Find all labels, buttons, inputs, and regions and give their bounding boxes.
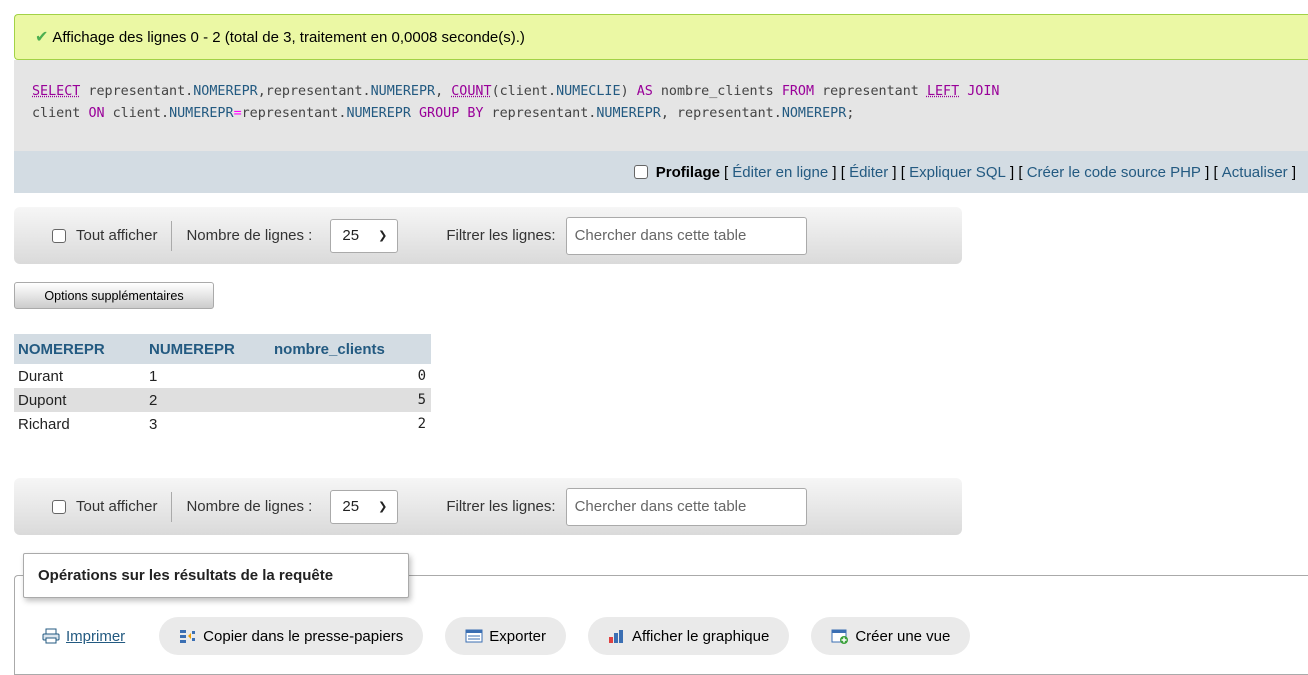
copy-clipboard-button[interactable]: Copier dans le presse-papiers [159, 617, 424, 655]
sql-token: representant. [80, 84, 194, 99]
filter-input[interactable]: Chercher dans cette table [565, 216, 807, 255]
sql-token: client [32, 106, 89, 121]
copy-icon [180, 630, 196, 643]
filter-input[interactable]: Chercher dans cette table [565, 487, 807, 526]
sql-token: JOIN [967, 84, 1000, 99]
show-all-checkbox[interactable] [52, 228, 66, 243]
filter-label: Filtrer les lignes: [446, 227, 556, 244]
sql-token: representant [814, 84, 927, 99]
rows-count-select[interactable]: 25 ❯ [330, 218, 399, 253]
rows-count-label: Nombre de lignes : [186, 498, 313, 515]
create-php-code-link[interactable]: Créer le code source PHP [1027, 164, 1201, 181]
edit-link[interactable]: Éditer [849, 164, 888, 181]
sql-token: , [435, 84, 452, 99]
cell-nombre-clients: 5 [270, 388, 431, 412]
divider [171, 220, 173, 251]
navigation-bar-top: Tout afficher Nombre de lignes : 25 ❯ Fi… [14, 207, 962, 264]
sql-token: NUMEREPR [370, 84, 436, 99]
edit-inline-link[interactable]: Éditer en ligne [732, 164, 828, 181]
sql-token: SELECT [32, 84, 81, 99]
sql-token: representant. [483, 106, 597, 121]
export-icon [465, 629, 483, 643]
table-row: Dupont 2 5 [14, 388, 431, 412]
sql-token: FROM [781, 84, 815, 99]
cell-nomerepr: Durant [18, 367, 64, 385]
table-row: Durant 1 0 [14, 364, 431, 388]
success-message: ✔ Affichage des lignes 0 - 2 (total de 3… [14, 14, 1308, 60]
create-view-button[interactable]: Créer une vue [811, 617, 971, 655]
create-view-icon [831, 629, 849, 644]
sql-token: ,representant. [257, 84, 371, 99]
sql-token: nombre_clients [652, 84, 782, 99]
query-operations-row: Imprimer Copier dans le presse-papiers E… [30, 617, 971, 655]
column-header-nombre-clients[interactable]: nombre_clients [270, 334, 431, 364]
filter-label: Filtrer les lignes: [446, 498, 556, 515]
refresh-link[interactable]: Actualiser [1222, 164, 1288, 181]
rows-count-label: Nombre de lignes : [186, 227, 313, 244]
navigation-bar-bottom: Tout afficher Nombre de lignes : 25 ❯ Fi… [14, 478, 962, 535]
sql-token: NUMEREPR [596, 106, 661, 121]
sql-token: (client. [491, 84, 557, 99]
results-table: NOMEREPR NUMEREPR nombre_clients Durant … [14, 334, 431, 436]
sql-token: ) [620, 84, 637, 99]
cell-numerepr: 3 [149, 415, 158, 433]
sql-token: NUMEREPR [346, 106, 411, 121]
checkmark-icon: ✔ [35, 29, 49, 46]
cell-nomerepr: Richard [18, 415, 70, 433]
profilage-checkbox[interactable] [633, 165, 648, 179]
query-operations-legend: Opérations sur les résultats de la requê… [23, 553, 409, 598]
cell-nombre-clients: 2 [417, 416, 426, 432]
divider [171, 491, 173, 522]
cell-numerepr: 2 [145, 388, 270, 412]
rows-count-value: 25 [342, 498, 360, 515]
table-row: Richard 3 2 [14, 412, 431, 436]
sql-token: NUMECLIE [556, 84, 621, 99]
sql-query-box: SELECT representant.NOMEREPR,representan… [14, 60, 1308, 151]
chevron-down-icon: ❯ [378, 230, 388, 242]
copy-label: Copier dans le presse-papiers [203, 627, 404, 645]
success-text: Affichage des lignes 0 - 2 (total de 3, … [52, 28, 525, 46]
rows-count-value: 25 [342, 227, 360, 244]
sql-token: LEFT [926, 84, 960, 99]
export-button[interactable]: Exporter [445, 617, 566, 655]
sql-token: AS [636, 84, 653, 99]
cell-numerepr: 1 [149, 367, 158, 385]
print-button[interactable]: Imprimer [30, 617, 137, 655]
show-chart-label: Afficher le graphique [631, 627, 770, 645]
query-actions-bar: Profilage [ Éditer en ligne ] [ Éditer ]… [14, 151, 1308, 193]
create-view-label: Créer une vue [855, 627, 951, 645]
sql-token: GROUP BY [419, 106, 484, 121]
table-header-row: NOMEREPR NUMEREPR nombre_clients [14, 334, 431, 364]
show-all-checkbox[interactable] [52, 499, 66, 514]
sql-token: ON [88, 106, 105, 121]
cell-nomerepr: Dupont [14, 388, 145, 412]
extra-options-button[interactable]: Options supplémentaires [14, 282, 214, 309]
profilage-label: Profilage [655, 163, 720, 181]
column-header-nomerepr[interactable]: NOMEREPR [14, 334, 145, 364]
sql-token: NOMEREPR [193, 84, 258, 99]
show-all-label: Tout afficher [76, 227, 158, 244]
rows-count-select[interactable]: 25 ❯ [330, 489, 399, 524]
cell-nombre-clients: 0 [417, 368, 426, 384]
sql-line-1: SELECT representant.NOMEREPR,representan… [32, 81, 1308, 103]
print-label: Imprimer [66, 627, 126, 645]
export-label: Exporter [489, 627, 546, 645]
bar-chart-icon [608, 630, 623, 643]
sql-line-2: client ON client.NUMEREPR=representant.N… [32, 103, 1308, 125]
chevron-down-icon: ❯ [378, 501, 388, 513]
sql-token: NUMEREPR [169, 106, 234, 121]
sql-token: ; [846, 106, 855, 121]
explain-sql-link[interactable]: Expliquer SQL [909, 164, 1006, 181]
sql-token: client. [104, 106, 170, 121]
sql-token: COUNT [451, 84, 492, 99]
printer-icon [42, 628, 60, 644]
show-all-label: Tout afficher [76, 498, 158, 515]
show-chart-button[interactable]: Afficher le graphique [587, 617, 790, 655]
sql-token: , representant. [660, 106, 782, 121]
column-header-numerepr[interactable]: NUMEREPR [145, 334, 270, 364]
sql-token: = [233, 106, 242, 121]
sql-token: NOMEREPR [781, 106, 847, 121]
sql-token: representant. [241, 106, 347, 121]
